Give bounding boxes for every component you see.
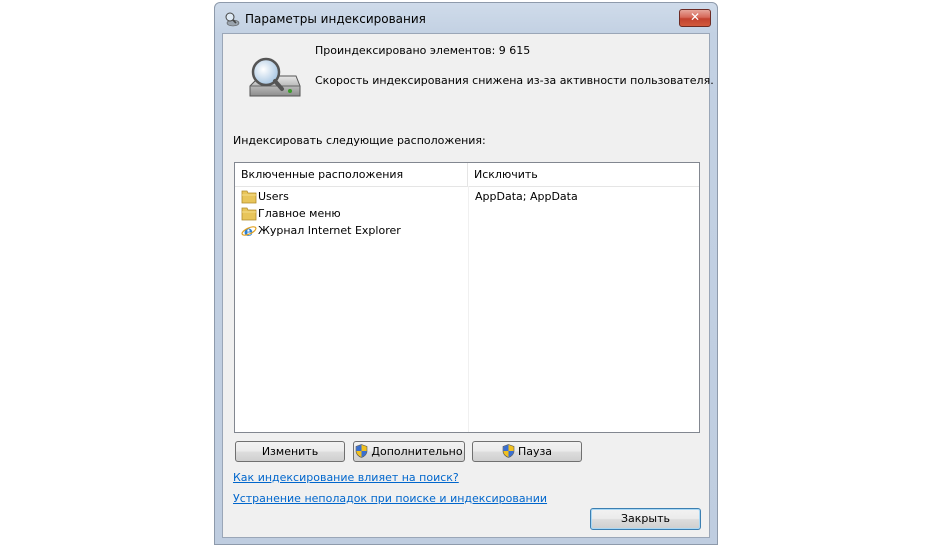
list-item[interactable]: Главное меню — [235, 205, 699, 222]
modify-button[interactable]: Изменить — [235, 441, 345, 462]
indexing-options-window: Параметры индексирования ✕ Проиндексиров… — [214, 2, 718, 545]
indexing-drive-icon — [249, 57, 301, 97]
window-title: Параметры индексирования — [245, 12, 426, 26]
location-name: Users — [258, 190, 289, 203]
indexed-count-text: Проиндексировано элементов: 9 615 — [315, 44, 531, 57]
how-indexing-affects-search-link[interactable]: Как индексирование влияет на поиск? — [233, 471, 459, 484]
folder-icon — [241, 190, 257, 204]
title-bar[interactable]: Параметры индексирования ✕ — [215, 3, 717, 33]
folder-icon — [241, 207, 257, 221]
uac-shield-icon — [356, 443, 368, 458]
list-item[interactable]: e Журнал Internet Explorer — [235, 222, 699, 239]
advanced-button[interactable]: Дополнительно — [353, 441, 465, 462]
pause-button-label: Пауза — [517, 445, 553, 458]
indexing-options-icon — [225, 12, 240, 27]
locations-list-header: Включенные расположения Исключить — [235, 163, 699, 187]
column-header-exclude[interactable]: Исключить — [468, 163, 699, 186]
location-name: Журнал Internet Explorer — [258, 224, 401, 237]
uac-shield-icon — [502, 443, 515, 458]
location-exclusions: AppData; AppData — [475, 190, 578, 203]
location-name: Главное меню — [258, 207, 341, 220]
list-item[interactable]: Users AppData; AppData — [235, 188, 699, 205]
advanced-button-label: Дополнительно — [371, 445, 463, 458]
locations-section-label: Индексировать следующие расположения: — [233, 134, 486, 147]
internet-explorer-icon: e — [241, 224, 257, 238]
column-header-included[interactable]: Включенные расположения — [235, 163, 468, 186]
locations-list[interactable]: Включенные расположения Исключить Users … — [234, 162, 700, 433]
troubleshoot-search-link[interactable]: Устранение неполадок при поиске и индекс… — [233, 492, 547, 505]
dialog-client-area: Проиндексировано элементов: 9 615 Скорос… — [222, 33, 714, 538]
close-window-button[interactable]: ✕ — [679, 9, 711, 27]
svg-text:e: e — [244, 224, 253, 238]
indexing-speed-message: Скорость индексирования снижена из-за ак… — [315, 74, 714, 87]
close-button[interactable]: Закрыть — [590, 508, 701, 530]
pause-button[interactable]: Пауза — [472, 441, 582, 462]
